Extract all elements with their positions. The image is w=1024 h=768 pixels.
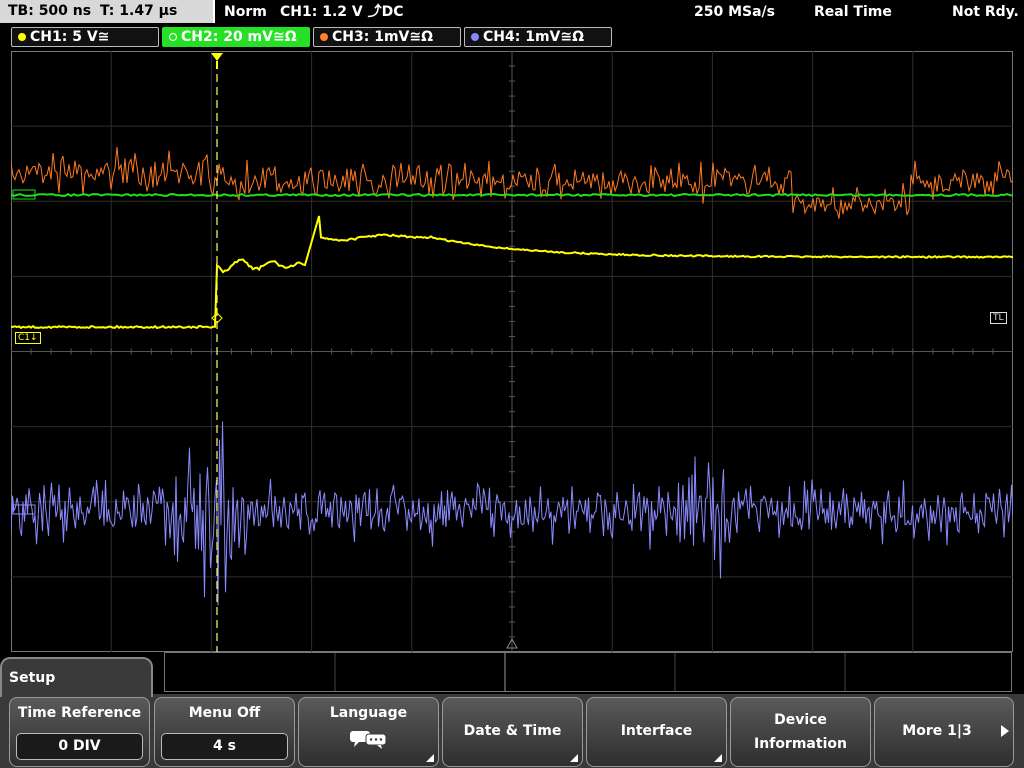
menu-title-setup: Setup bbox=[0, 657, 153, 697]
trigger-setting[interactable]: CH1: 1.2 V ⤴DC bbox=[280, 0, 403, 25]
tab-ch3[interactable]: CH3: 1mV≅Ω bbox=[313, 27, 461, 47]
channel-bar: CH1: 5 V≅ CH2: 20 mV≅Ω CH3: 1mV≅Ω CH4: 1… bbox=[0, 27, 1024, 49]
device-information-label-1: Device bbox=[774, 712, 827, 728]
tab-ch4[interactable]: CH4: 1mV≅Ω bbox=[464, 27, 612, 47]
ch2-waveform bbox=[11, 192, 1013, 198]
status-bar: TB: 500 ns T: 1.47 µs Norm CH1: 1.2 V ⤴D… bbox=[0, 0, 1024, 25]
time-reference-button[interactable]: Time Reference 0 DIV bbox=[9, 697, 150, 767]
language-label: Language bbox=[329, 705, 408, 721]
tab-ch2[interactable]: CH2: 20 mV≅Ω bbox=[162, 27, 310, 47]
timebase-value: TB: 500 ns bbox=[8, 3, 92, 19]
more-label: More 1|3 bbox=[902, 723, 972, 739]
trigger-status: Not Rdy. bbox=[952, 4, 1019, 20]
device-information-label-2: Information bbox=[754, 736, 847, 752]
ch1-label: CH1: 5 V≅ bbox=[30, 29, 110, 45]
next-page-arrow-icon bbox=[1001, 725, 1009, 737]
ch2-label: CH2: 20 mV≅Ω bbox=[181, 29, 297, 45]
more-button[interactable]: More 1|3 bbox=[874, 697, 1014, 767]
date-time-button[interactable]: Date & Time bbox=[442, 697, 583, 767]
sample-rate: 250 MSa/s bbox=[694, 4, 776, 20]
device-information-button[interactable]: Device Information bbox=[730, 697, 871, 767]
speech-bubbles-icon bbox=[350, 731, 387, 749]
trigger-level-marker[interactable]: TL bbox=[990, 312, 1007, 324]
submenu-indicator-icon bbox=[426, 754, 434, 762]
trigger-mode[interactable]: Norm bbox=[224, 0, 267, 25]
acquisition-mode[interactable]: Real Time bbox=[814, 0, 892, 25]
menu-off-value: 4 s bbox=[161, 733, 288, 760]
interface-label: Interface bbox=[620, 723, 693, 739]
trigger-time-value: T: 1.47 µs bbox=[100, 3, 178, 19]
submenu-indicator-icon bbox=[570, 754, 578, 762]
tab-ch1[interactable]: CH1: 5 V≅ bbox=[11, 27, 159, 47]
menu-off-label: Menu Off bbox=[188, 705, 261, 721]
time-reference-value: 0 DIV bbox=[16, 733, 143, 760]
date-time-label: Date & Time bbox=[463, 723, 562, 739]
display-markers bbox=[12, 53, 518, 652]
ch4-color-dot bbox=[471, 32, 479, 41]
ch4-label: CH4: 1mV≅Ω bbox=[483, 29, 585, 45]
submenu-indicator-icon bbox=[714, 754, 722, 762]
time-reference-label: Time Reference bbox=[17, 705, 142, 721]
menu-off-button[interactable]: Menu Off 4 s bbox=[154, 697, 295, 767]
scope-display[interactable] bbox=[11, 51, 1013, 652]
ch1-color-dot bbox=[18, 32, 26, 41]
zoom-overview-grid bbox=[334, 653, 846, 691]
zoom-overview-area bbox=[164, 652, 1012, 692]
ch3-color-dot bbox=[320, 32, 328, 41]
language-button[interactable]: Language bbox=[298, 697, 439, 767]
ch2-color-dot bbox=[169, 32, 177, 41]
ch1-reference-marker[interactable]: C1↓ bbox=[15, 332, 41, 344]
interface-button[interactable]: Interface bbox=[586, 697, 727, 767]
timebase-box[interactable]: TB: 500 ns T: 1.47 µs bbox=[0, 0, 215, 23]
ch3-label: CH3: 1mV≅Ω bbox=[332, 29, 434, 45]
trigger-position-marker-icon bbox=[211, 53, 223, 61]
graticule bbox=[11, 51, 1013, 652]
